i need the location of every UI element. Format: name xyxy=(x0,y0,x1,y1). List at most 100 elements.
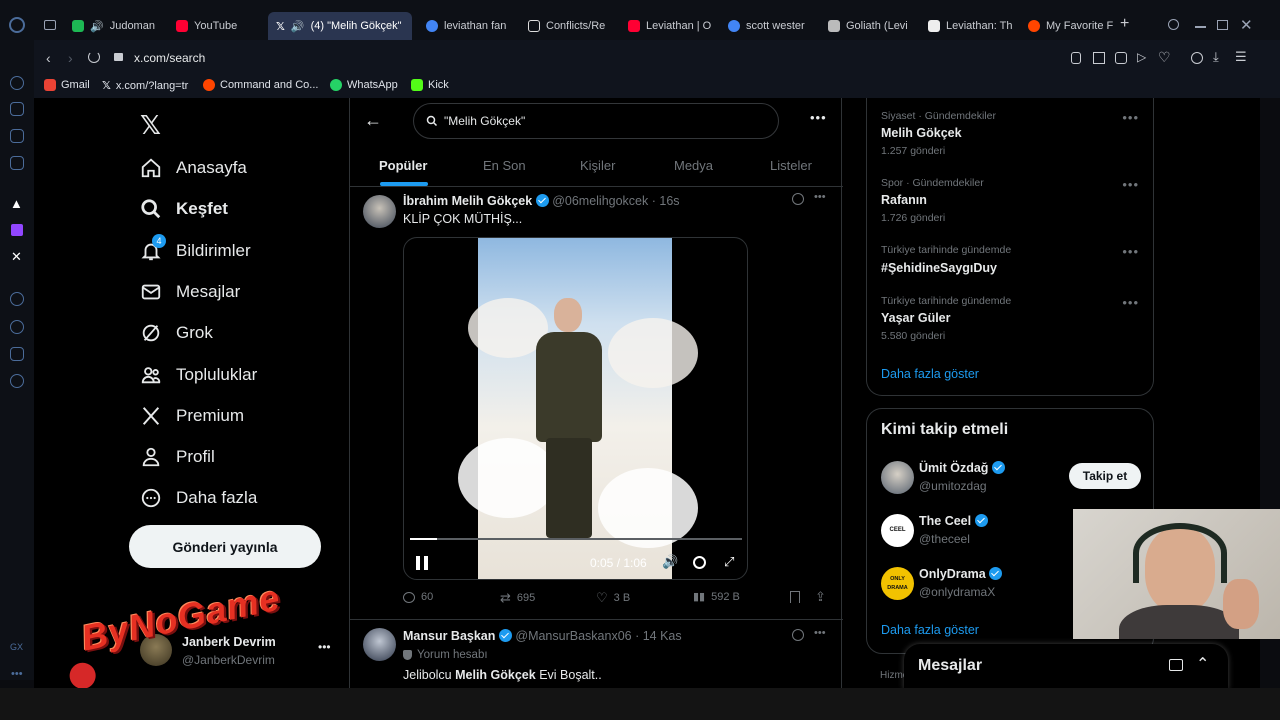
extensions-icon[interactable] xyxy=(10,347,24,361)
fullscreen-icon[interactable]: ⤢ xyxy=(724,554,734,570)
tab-leviathan-youtube[interactable]: Leviathan | O xyxy=(620,12,716,40)
gx-icon[interactable]: GX xyxy=(10,642,23,652)
tweet-more-icon[interactable]: ••• xyxy=(814,627,826,639)
tweet-author-handle[interactable]: @06melihgokcek xyxy=(552,194,648,208)
pin-icon[interactable] xyxy=(1071,52,1081,64)
x-sidebar-icon[interactable]: ✕ xyxy=(11,249,22,265)
post-button[interactable]: Gönderi yayınla xyxy=(129,525,321,568)
tab-media[interactable]: Medya xyxy=(674,158,713,173)
arc-icon[interactable]: ▲ xyxy=(10,196,23,211)
trend-more-icon[interactable]: ••• xyxy=(1122,244,1139,259)
retweet-button[interactable]: ⇄ 695 xyxy=(500,590,535,606)
share-icon[interactable]: ⇪ xyxy=(815,589,826,605)
follow-button[interactable]: Takip et xyxy=(1069,463,1141,489)
close-window-icon[interactable]: ✕ xyxy=(1240,16,1253,34)
back-icon[interactable]: ‹ xyxy=(46,50,51,66)
back-arrow-icon[interactable]: ← xyxy=(364,110,382,131)
forward-icon[interactable]: › xyxy=(68,50,73,66)
messenger-icon[interactable] xyxy=(10,156,24,170)
like-button[interactable]: ♡ 3 B xyxy=(596,590,630,606)
tweet-more-icon[interactable]: ••• xyxy=(814,191,826,203)
player-icon[interactable] xyxy=(10,292,24,306)
account-more-icon[interactable]: ••• xyxy=(318,640,331,654)
views-button[interactable]: ▮▮ 592 B xyxy=(693,590,740,604)
tab-latest[interactable]: En Son xyxy=(483,158,526,173)
send-icon[interactable]: ▷ xyxy=(1137,50,1146,64)
tab-people[interactable]: Kişiler xyxy=(580,158,615,173)
tweet-time[interactable]: · 16s xyxy=(652,194,680,208)
tweet-time[interactable]: · 14 Kas xyxy=(635,629,682,643)
settings-icon[interactable] xyxy=(693,556,706,569)
nav-notifications[interactable]: Bildirimler 4 xyxy=(140,234,251,262)
heart-icon[interactable]: ♡ xyxy=(1158,49,1171,66)
reply-button[interactable]: 60 xyxy=(403,591,433,603)
nav-communities[interactable]: Topluluklar xyxy=(140,364,257,386)
pause-icon[interactable] xyxy=(416,556,428,570)
trends-show-more-link[interactable]: Daha fazla göster xyxy=(881,367,979,381)
nav-premium[interactable]: Premium xyxy=(140,405,244,427)
download-icon[interactable]: ⤓ xyxy=(1213,49,1219,65)
nav-grok[interactable]: Grok xyxy=(140,322,213,344)
tab-leviathan-th[interactable]: Leviathan: Th xyxy=(920,12,1016,40)
restore-icon[interactable] xyxy=(1217,20,1228,30)
bookmark-x[interactable]: 𝕏x.com/?lang=tr xyxy=(102,79,188,93)
new-message-icon[interactable] xyxy=(1169,659,1183,671)
tab-youtube[interactable]: YouTube xyxy=(168,12,260,40)
history-icon[interactable] xyxy=(10,320,24,334)
new-tab-button[interactable]: + xyxy=(1120,16,1136,32)
video-progress-track[interactable] xyxy=(410,538,742,540)
vpn-account-icon[interactable] xyxy=(1191,52,1203,64)
bookmark-command-and-conquer[interactable]: Command and Co... xyxy=(203,79,318,91)
tab-overview-icon[interactable] xyxy=(44,20,56,30)
nav-profile[interactable]: Profil xyxy=(140,446,215,468)
bookmark-gmail[interactable]: Gmail xyxy=(44,79,90,91)
minimize-icon[interactable] xyxy=(1195,26,1206,28)
search-input[interactable]: "Melih Gökçek" xyxy=(413,103,779,139)
tweet[interactable]: İbrahim Melih Gökçek @06melihgokcek · 16… xyxy=(350,187,843,619)
nav-explore[interactable]: Keşfet xyxy=(140,198,228,220)
tab-popular[interactable]: Popüler xyxy=(379,158,427,173)
trend-more-icon[interactable]: ••• xyxy=(1122,295,1139,310)
nav-home[interactable]: Anasayfa xyxy=(140,157,247,179)
tab-x-search[interactable]: 𝕏 🔊 (4) "Melih Gökçek" xyxy=(268,12,412,40)
snapshot-icon[interactable] xyxy=(1093,52,1105,64)
tab-reddit[interactable]: My Favorite F xyxy=(1020,12,1116,40)
tweet[interactable]: Mansur Başkan @MansurBaskanx06 · 14 Kas … xyxy=(350,620,843,688)
tweet-author-name[interactable]: Mansur Başkan xyxy=(403,629,495,643)
trend-more-icon[interactable]: ••• xyxy=(1122,110,1139,125)
bookmark-icon[interactable] xyxy=(790,591,800,603)
nav-more[interactable]: Daha fazla xyxy=(140,487,257,509)
tab-judoman[interactable]: 🔊 Judoman xyxy=(64,12,160,40)
tab-scott-wester[interactable]: scott wester xyxy=(720,12,816,40)
adblock-icon[interactable] xyxy=(1115,52,1127,64)
tweet-author-name[interactable]: İbrahim Melih Gökçek xyxy=(403,194,532,208)
tab-conflicts[interactable]: Conflicts/Re xyxy=(520,12,616,40)
who-to-follow-show-more-link[interactable]: Daha fazla göster xyxy=(881,623,979,637)
tweet-author-handle[interactable]: @MansurBaskanx06 xyxy=(515,629,631,643)
easy-setup-icon[interactable]: ☰ xyxy=(1235,49,1247,65)
url-field[interactable]: x.com/search xyxy=(134,51,205,65)
bookmark-kick[interactable]: Kick xyxy=(411,79,449,91)
opera-logo-icon[interactable] xyxy=(9,17,25,33)
settings-icon[interactable] xyxy=(10,374,24,388)
trend-more-icon[interactable]: ••• xyxy=(1122,177,1139,192)
tab-leviathan-fan[interactable]: leviathan fan xyxy=(418,12,514,40)
x-logo-icon[interactable]: 𝕏 xyxy=(140,110,161,141)
crypto-wallet-icon[interactable] xyxy=(10,129,24,143)
twitch-icon[interactable] xyxy=(11,224,23,236)
tweet-video[interactable]: 0:05 / 1:06 🔊 ⤢ xyxy=(403,237,748,580)
tab-goliath[interactable]: Goliath (Levi xyxy=(820,12,916,40)
speed-dial-icon[interactable] xyxy=(10,76,24,90)
grok-icon[interactable] xyxy=(792,193,804,205)
volume-icon[interactable]: 🔊 xyxy=(662,554,678,570)
reload-icon[interactable] xyxy=(88,51,100,63)
chevron-up-icon[interactable]: ⌃ xyxy=(1196,654,1209,674)
messages-drawer[interactable]: Mesajlar ⌃ xyxy=(904,644,1228,688)
grok-icon[interactable] xyxy=(792,629,804,641)
search-options-icon[interactable]: ••• xyxy=(810,110,827,125)
tab-lists[interactable]: Listeler xyxy=(770,158,812,173)
nav-messages[interactable]: Mesajlar xyxy=(140,281,240,303)
sidebar-more-icon[interactable]: ••• xyxy=(11,668,23,680)
aria-icon[interactable] xyxy=(10,102,24,116)
bookmark-whatsapp[interactable]: WhatsApp xyxy=(330,79,398,91)
